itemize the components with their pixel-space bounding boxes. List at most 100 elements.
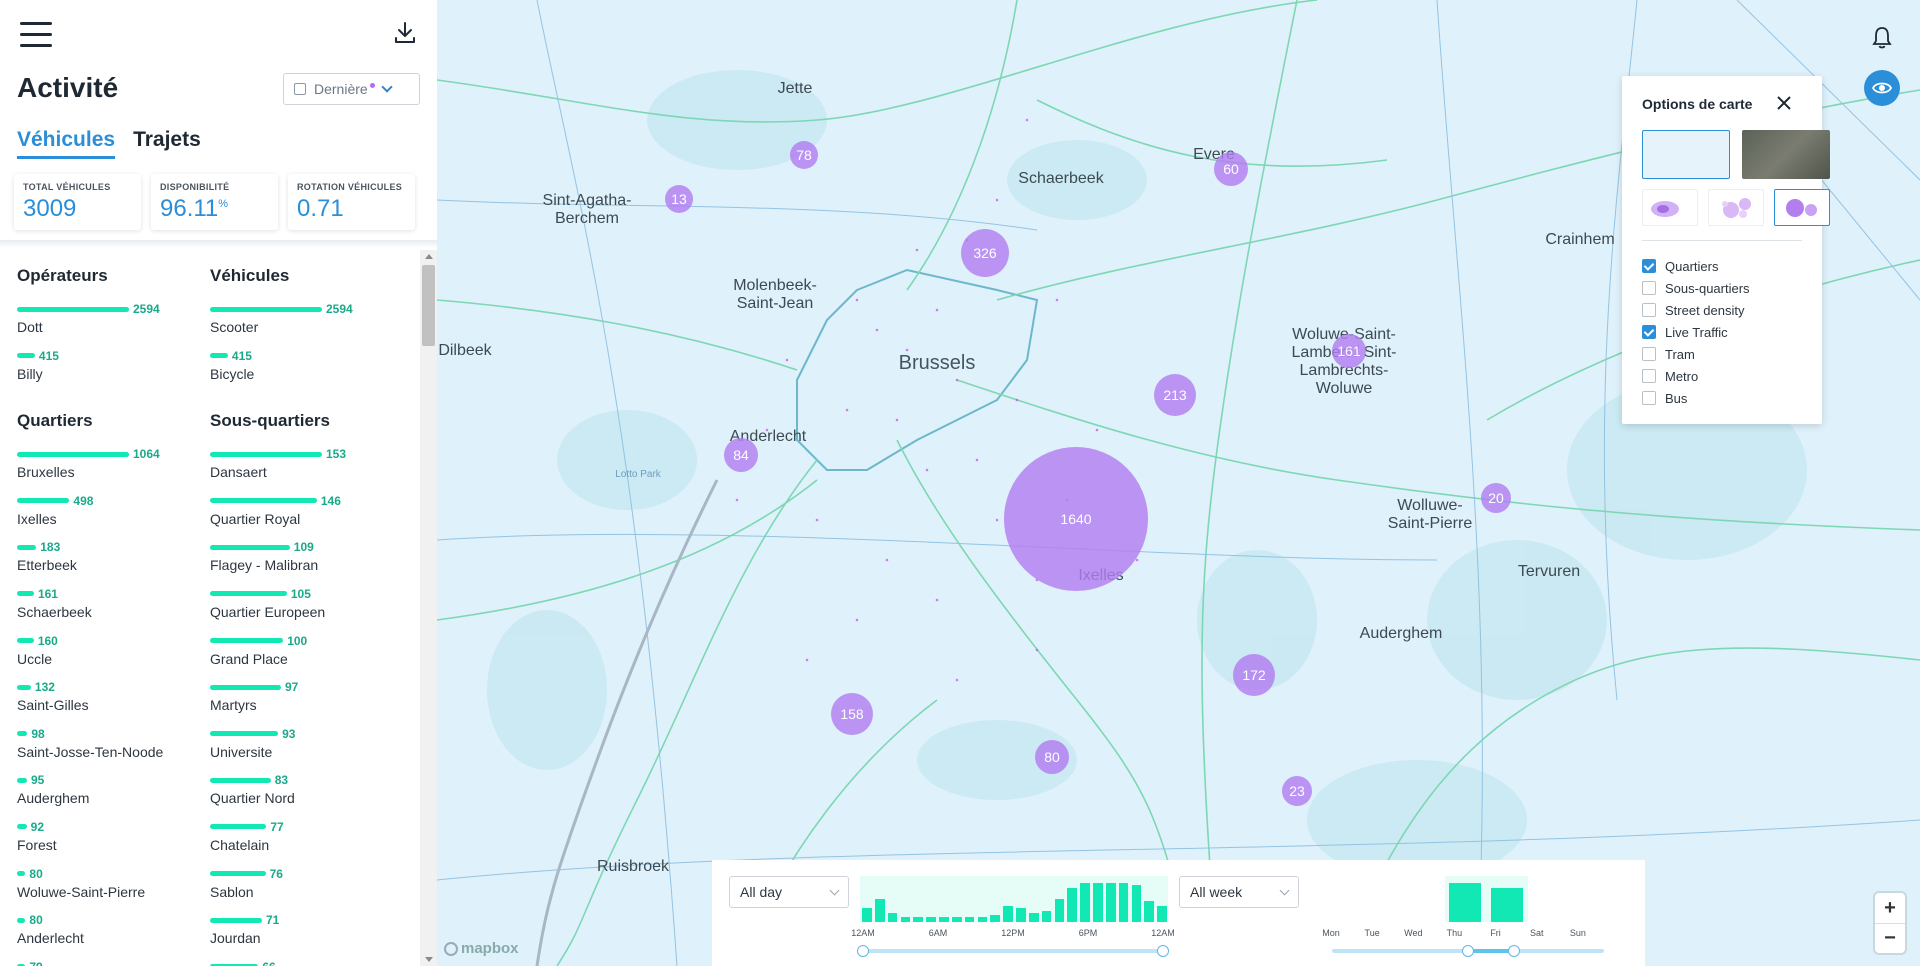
stat-row[interactable]: 2594 Dott (17, 302, 207, 349)
stat-row[interactable]: 161 Schaerbeek (17, 587, 207, 634)
stat-row[interactable]: 80 Woluwe-Saint-Pierre (17, 867, 207, 914)
stat-row[interactable]: 92 Forest (17, 820, 207, 867)
stat-row[interactable]: 100 Grand Place (210, 634, 400, 681)
hour-range-start-handle[interactable] (857, 945, 869, 957)
map-cluster[interactable]: 172 (1233, 654, 1275, 696)
checkbox[interactable] (1642, 369, 1656, 383)
stat-bar-line: 92 (17, 820, 207, 834)
stat-row[interactable]: 415 Bicycle (210, 349, 400, 396)
map-cluster[interactable]: 80 (1035, 740, 1069, 774)
map-style-satellite[interactable] (1742, 130, 1830, 179)
map-cluster[interactable]: 60 (1214, 152, 1248, 186)
layer-toggle[interactable]: Sous-quartiers (1642, 277, 1750, 299)
layer-toggle[interactable]: Quartiers (1642, 255, 1750, 277)
stat-row[interactable]: 105 Quartier Europeen (210, 587, 400, 634)
map-style-light[interactable] (1642, 130, 1730, 179)
map-cluster[interactable]: 84 (724, 438, 758, 472)
week-range-select[interactable]: All week (1179, 876, 1299, 908)
kpi-value: 3009 (23, 195, 77, 222)
stat-row[interactable]: 80 Anderlecht (17, 913, 207, 960)
layer-toggle[interactable]: Street density (1642, 299, 1750, 321)
bell-icon[interactable] (1871, 26, 1893, 50)
layer-toggle[interactable]: Live Traffic (1642, 321, 1750, 343)
tab-vehicules[interactable]: Véhicules (17, 128, 116, 159)
zoom-in-button[interactable]: + (1875, 893, 1905, 923)
close-icon[interactable] (1775, 94, 1793, 112)
stat-row[interactable]: 132 Saint-Gilles (17, 680, 207, 727)
checkbox[interactable] (1642, 303, 1656, 317)
map-cluster[interactable]: 213 (1154, 374, 1196, 416)
viz-points[interactable] (1708, 189, 1764, 226)
scroll-thumb[interactable] (422, 265, 435, 346)
hour-bar (1131, 885, 1142, 922)
map-cluster[interactable]: 23 (1282, 776, 1312, 806)
stat-row[interactable]: 109 Flagey - Malibran (210, 540, 400, 587)
stat-row[interactable]: 1064 Bruxelles (17, 447, 207, 494)
stat-row[interactable]: 415 Billy (17, 349, 207, 396)
checkbox[interactable] (1642, 325, 1656, 339)
download-icon[interactable] (392, 20, 418, 46)
sidebar: Activité Dernière Véhicules Trajets TOTA… (0, 0, 437, 966)
day-tick: Mon (1322, 928, 1340, 938)
stat-label: Flagey - Malibran (210, 557, 319, 574)
day-range-select[interactable]: All day (729, 876, 849, 908)
stats-scrollbar[interactable] (420, 250, 437, 966)
hour-range-end-handle[interactable] (1157, 945, 1169, 957)
checkbox[interactable] (1642, 391, 1656, 405)
stat-row[interactable]: 2594 Scooter (210, 302, 400, 349)
day-range-start-handle[interactable] (1462, 945, 1474, 957)
zoom-out-button[interactable]: − (1875, 923, 1905, 953)
map-cluster[interactable]: 161 (1332, 334, 1366, 368)
stat-row[interactable]: 146 Quartier Royal (210, 494, 400, 541)
stat-row[interactable]: 95 Auderghem (17, 773, 207, 820)
stat-row[interactable]: 498 Ixelles (17, 494, 207, 541)
stat-row[interactable]: 153 Dansaert (210, 447, 400, 494)
stat-bar (210, 777, 271, 783)
scroll-down-arrow-icon[interactable] (425, 957, 433, 962)
layer-toggle[interactable]: Bus (1642, 387, 1750, 409)
stat-row[interactable]: 83 Quartier Nord (210, 773, 400, 820)
map-cluster[interactable]: 326 (961, 229, 1009, 277)
stat-row[interactable]: 71 Jourdan (210, 913, 400, 960)
date-filter-dropdown[interactable]: Dernière (283, 73, 420, 105)
map-options-button[interactable] (1864, 70, 1900, 106)
map-cluster[interactable]: 78 (790, 141, 818, 169)
viz-heatmap[interactable] (1642, 189, 1698, 226)
main-tabs: Véhicules Trajets (17, 128, 201, 159)
hour-bar (1054, 899, 1065, 922)
stat-value: 92 (30, 819, 45, 834)
hour-range-track[interactable] (863, 949, 1163, 953)
stat-row[interactable]: 160 Uccle (17, 634, 207, 681)
hour-bar (1028, 912, 1039, 922)
checkbox[interactable] (1642, 259, 1656, 273)
map-cluster[interactable]: 1640 (1004, 447, 1148, 591)
stat-row[interactable]: 183 Etterbeek (17, 540, 207, 587)
stat-row[interactable]: 66 (210, 960, 400, 966)
layer-toggle[interactable]: Metro (1642, 365, 1750, 387)
menu-icon[interactable] (20, 22, 52, 48)
layer-label: Live Traffic (1665, 324, 1728, 340)
hour-bar (913, 917, 924, 922)
layer-label: Street density (1665, 302, 1745, 318)
stat-row[interactable]: 97 Martyrs (210, 680, 400, 727)
stat-label: Saint-Gilles (17, 697, 89, 714)
stat-bar-line: 415 (17, 349, 207, 363)
viz-clusters[interactable] (1774, 189, 1830, 226)
map-cluster[interactable]: 158 (831, 693, 873, 735)
day-range-end-handle[interactable] (1508, 945, 1520, 957)
stat-bar-line: 132 (17, 680, 207, 694)
checkbox[interactable] (1642, 281, 1656, 295)
stat-row[interactable]: 77 Chatelain (210, 820, 400, 867)
checkbox[interactable] (1642, 347, 1656, 361)
stat-row[interactable]: 93 Universite (210, 727, 400, 774)
map-cluster[interactable]: 13 (665, 185, 693, 213)
map-cluster[interactable]: 20 (1481, 483, 1511, 513)
stat-row[interactable]: 76 Sablon (210, 867, 400, 914)
scroll-up-arrow-icon[interactable] (425, 254, 433, 259)
layer-toggle[interactable]: Tram (1642, 343, 1750, 365)
map-place-label: Sint-Agatha- Berchem (542, 192, 632, 227)
stat-row[interactable]: 98 Saint-Josse-Ten-Noode (17, 727, 207, 774)
stat-bar (210, 451, 322, 457)
tab-trajets[interactable]: Trajets (133, 128, 201, 159)
stat-row[interactable]: 79 (17, 960, 207, 966)
